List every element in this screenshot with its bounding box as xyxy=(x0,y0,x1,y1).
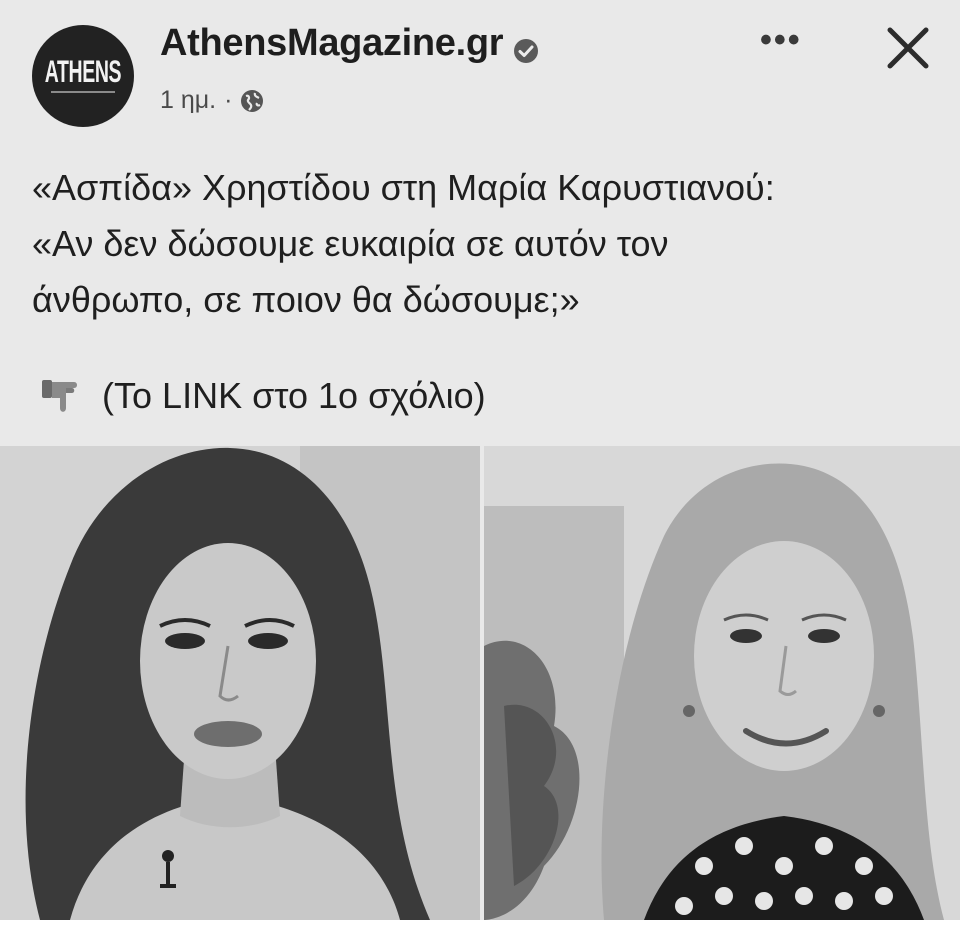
post-text-line-3: άνθρωπο, σε ποιον θα δώσουμε;» xyxy=(32,279,580,320)
verified-badge-icon xyxy=(513,31,539,63)
page-name-link[interactable]: AthensMagazine.gr xyxy=(160,22,504,65)
globe-icon[interactable] xyxy=(240,89,264,113)
photo-right-illustration xyxy=(484,446,960,920)
link-text: (Το LINK στο 1ο σχόλιο) xyxy=(102,375,486,416)
page-avatar[interactable]: ATHENS xyxy=(32,25,134,127)
post-text-line-2: «Αν δεν δώσουμε ευκαιρία σε αυτόν τον xyxy=(32,223,669,264)
page-name-row: AthensMagazine.gr xyxy=(160,22,539,65)
meta-separator: · xyxy=(224,86,233,114)
post-text-line-1: «Ασπίδα» Χρηστίδου στη Μαρία Καρυστιανού… xyxy=(32,167,775,208)
post-meta: 1 ημ. · xyxy=(160,86,264,115)
photo-left[interactable] xyxy=(0,446,480,920)
photo-right[interactable] xyxy=(484,446,960,920)
more-options-button[interactable]: ••• xyxy=(760,20,802,60)
avatar-logo-underline xyxy=(51,90,115,93)
facebook-post: ATHENS AthensMagazine.gr 1 ημ. · ••• «Ασ… xyxy=(0,0,960,920)
photo-left-illustration xyxy=(0,446,480,920)
post-timestamp[interactable]: 1 ημ. xyxy=(160,86,216,115)
close-icon[interactable] xyxy=(878,18,938,78)
link-line: (Το LINK στο 1ο σχόλιο) xyxy=(40,374,486,418)
pointing-hand-icon xyxy=(40,374,88,418)
post-text: «Ασπίδα» Χρηστίδου στη Μαρία Καρυστιανού… xyxy=(32,160,932,328)
avatar-logo-text: ATHENS xyxy=(44,53,122,89)
